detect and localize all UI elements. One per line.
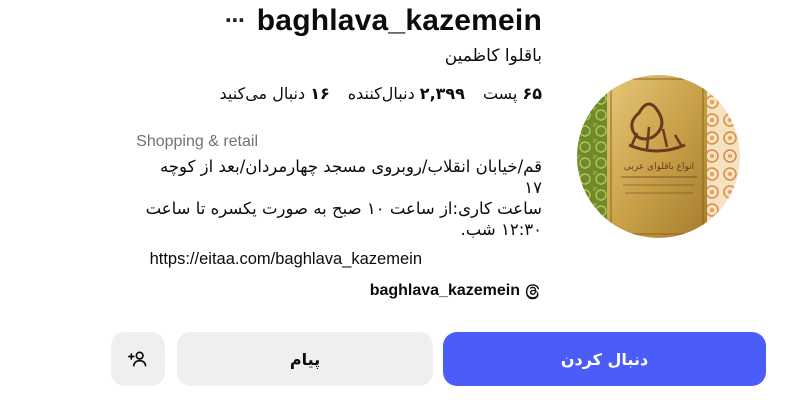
follow-button[interactable]: دنبال کردن [443, 332, 766, 386]
bio-line: قم/خیابان انقلاب/روبروی مسجد چهارمردان/ب… [160, 157, 542, 176]
threads-badge[interactable]: baghlava_kazemein [370, 282, 542, 300]
profile-full-name: باقلوا کاظمین [444, 46, 542, 66]
avatar-logo-image: انواع باقلوای عربی [577, 75, 740, 238]
followers-value: ۲,۳۹۹ [419, 84, 465, 103]
profile-stats: ۶۵ پست ۲,۳۹۹ دنبال‌کننده ۱۶ دنبال می‌کنی… [220, 84, 542, 103]
following-value: ۱۶ [310, 84, 330, 103]
followers-label: دنبال‌کننده [347, 84, 415, 103]
following-count[interactable]: ۱۶ دنبال می‌کنید [220, 84, 330, 103]
bio-line: ساعت کاری:از ساعت ۱۰ صبح به صورت یکسره ت… [145, 199, 542, 218]
profile-category: Shopping & retail [136, 133, 258, 150]
message-button[interactable]: پیام [177, 332, 433, 386]
following-label: دنبال می‌کنید [219, 84, 306, 103]
bio-line: ۱۲:۳۰ شب. [460, 220, 542, 239]
avatar-sub-text: انواع باقلوای عربی [624, 162, 694, 172]
bio-line: ۱۷ [524, 178, 542, 197]
more-options-icon[interactable]: ⋯ [225, 8, 246, 32]
bio-external-link[interactable]: https://eitaa.com/baghlava_kazemein [150, 250, 422, 269]
threads-icon [524, 282, 542, 300]
add-person-icon [128, 349, 148, 369]
suggested-accounts-button[interactable] [111, 332, 165, 386]
threads-handle: baghlava_kazemein [369, 282, 520, 299]
posts-label: پست [482, 84, 518, 103]
posts-value: ۶۵ [522, 84, 542, 103]
profile-bio: قم/خیابان انقلاب/روبروی مسجد چهارمردان/ب… [102, 156, 542, 240]
profile-avatar[interactable]: انواع باقلوای عربی [577, 75, 740, 238]
profile-username: baghlava_kazemein [256, 4, 542, 37]
followers-count[interactable]: ۲,۳۹۹ دنبال‌کننده [348, 84, 465, 103]
posts-count: ۶۵ پست [483, 84, 542, 103]
